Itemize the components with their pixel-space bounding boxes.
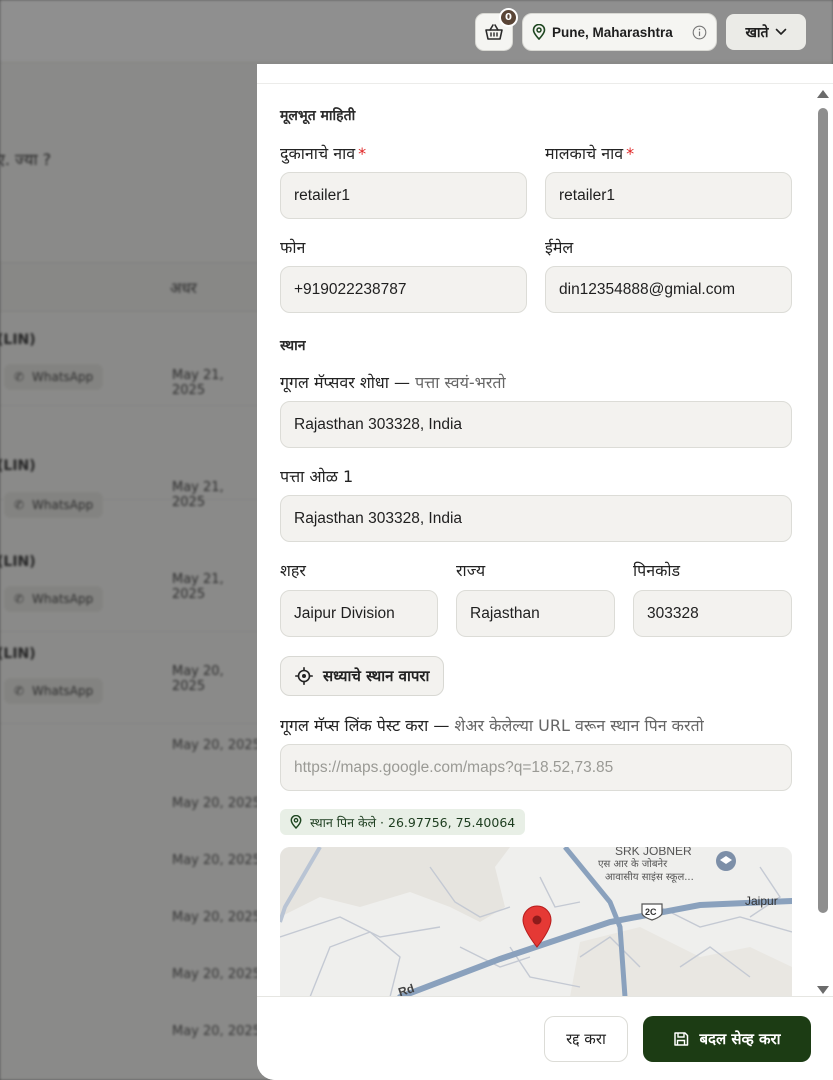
state-input[interactable]: Rajasthan — [456, 590, 615, 637]
use-current-location-label: सध्याचे स्थान वापरा — [323, 667, 430, 685]
required-mark: * — [626, 144, 635, 163]
shop-name-label: दुकानाचे नाव * — [280, 142, 366, 164]
account-menu-button[interactable]: खाते — [726, 14, 806, 50]
maps-search-label-main: गूगल मॅप्सवर शोधा — — [280, 373, 410, 392]
location-selector[interactable]: Pune, Maharashtra — [522, 13, 717, 51]
maps-link-label-hint: शेअर केलेल्या URL वरून स्थान पिन करतो — [449, 716, 704, 735]
state-label: राज्य — [456, 561, 486, 580]
scroll-down-arrow[interactable] — [817, 986, 829, 994]
basic-info-heading: मूलभूत माहिती — [280, 108, 356, 124]
maps-link-label: गूगल मॅप्स लिंक पेस्ट करा — शेअर केलेल्य… — [280, 714, 704, 736]
maps-link-input[interactable]: https://maps.google.com/maps?q=18.52,73.… — [280, 744, 792, 791]
poi-subtitle-2: आवासीय साइंस स्कूल... — [605, 871, 694, 883]
map-pin-icon — [290, 815, 302, 829]
owner-name-label: मालकाचे नाव * — [545, 142, 634, 164]
info-icon — [692, 25, 707, 39]
poi-title: SRK JOBNER — [615, 847, 692, 858]
shop-name-label-text: दुकानाचे नाव — [280, 144, 356, 163]
form-scrollbar[interactable] — [816, 88, 830, 996]
location-heading: स्थान — [280, 338, 306, 354]
city-input[interactable]: Jaipur Division — [280, 590, 438, 637]
crosshair-icon — [295, 667, 313, 685]
save-changes-button[interactable]: बदल सेव्ह करा — [643, 1016, 811, 1062]
form-scroll-area[interactable]: मूलभूत माहिती दुकानाचे नाव * retailer1 मा… — [257, 84, 833, 996]
cancel-button[interactable]: रद्द करा — [544, 1016, 628, 1062]
location-pinned-text: स्थान पिन केले · 26.97756, 75.40064 — [310, 814, 516, 830]
map-canvas: SRK JOBNER एस आर के जोबनेर आवासीय साइंस … — [280, 847, 792, 996]
scroll-up-arrow[interactable] — [817, 90, 829, 98]
drawer-footer: रद्द करा बदल सेव्ह करा — [257, 996, 833, 1080]
basket-icon — [485, 24, 503, 40]
scrollbar-thumb[interactable] — [818, 108, 828, 913]
city-label: शहर — [280, 561, 306, 580]
pincode-input[interactable]: 303328 — [633, 590, 792, 637]
use-current-location-button[interactable]: सध्याचे स्थान वापरा — [280, 656, 445, 696]
map-pin-icon — [532, 24, 546, 40]
road-label-jaipur: Jaipur — [745, 894, 778, 908]
shop-name-input[interactable]: retailer1 — [280, 172, 527, 219]
address-line-1-label: पत्ता ओळ 1 — [280, 467, 354, 486]
chevron-down-icon — [775, 28, 786, 35]
owner-name-label-text: मालकाचे नाव — [545, 144, 624, 163]
phone-input[interactable]: +919022238787 — [280, 266, 527, 313]
maps-link-label-main: गूगल मॅप्स लिंक पेस्ट करा — — [280, 716, 450, 735]
location-pinned-badge: स्थान पिन केले · 26.97756, 75.40064 — [280, 809, 526, 835]
location-map[interactable]: SRK JOBNER एस आर के जोबनेर आवासीय साइंस … — [280, 847, 792, 996]
save-changes-label: बदल सेव्ह करा — [699, 1030, 781, 1048]
maps-search-input[interactable]: Rajasthan 303328, India — [280, 401, 792, 448]
edit-shop-drawer: मूलभूत माहिती दुकानाचे नाव * retailer1 मा… — [257, 64, 833, 1080]
save-icon — [674, 1032, 689, 1046]
email-input[interactable]: din12354888@gmial.com — [545, 266, 792, 313]
poi-subtitle-1: एस आर के जोबनेर — [598, 858, 668, 870]
pincode-label: पिनकोड — [633, 561, 681, 580]
highway-shield: 2C — [641, 903, 663, 921]
phone-label: फोन — [280, 238, 306, 257]
required-mark: * — [358, 144, 367, 163]
highway-shield-label: 2C — [645, 907, 657, 917]
address-line-1-input[interactable]: Rajasthan 303328, India — [280, 495, 792, 542]
account-label: खाते — [745, 24, 769, 41]
maps-search-label-hint: पत्ता स्वयं-भरतो — [409, 373, 506, 392]
maps-search-label: गूगल मॅप्सवर शोधा — पत्ता स्वयं-भरतो — [280, 371, 506, 393]
email-label: ईमेल — [545, 238, 574, 257]
cart-count-badge: 0 — [499, 8, 518, 27]
owner-name-input[interactable]: retailer1 — [545, 172, 792, 219]
location-text: Pune, Maharashtra — [552, 24, 673, 40]
